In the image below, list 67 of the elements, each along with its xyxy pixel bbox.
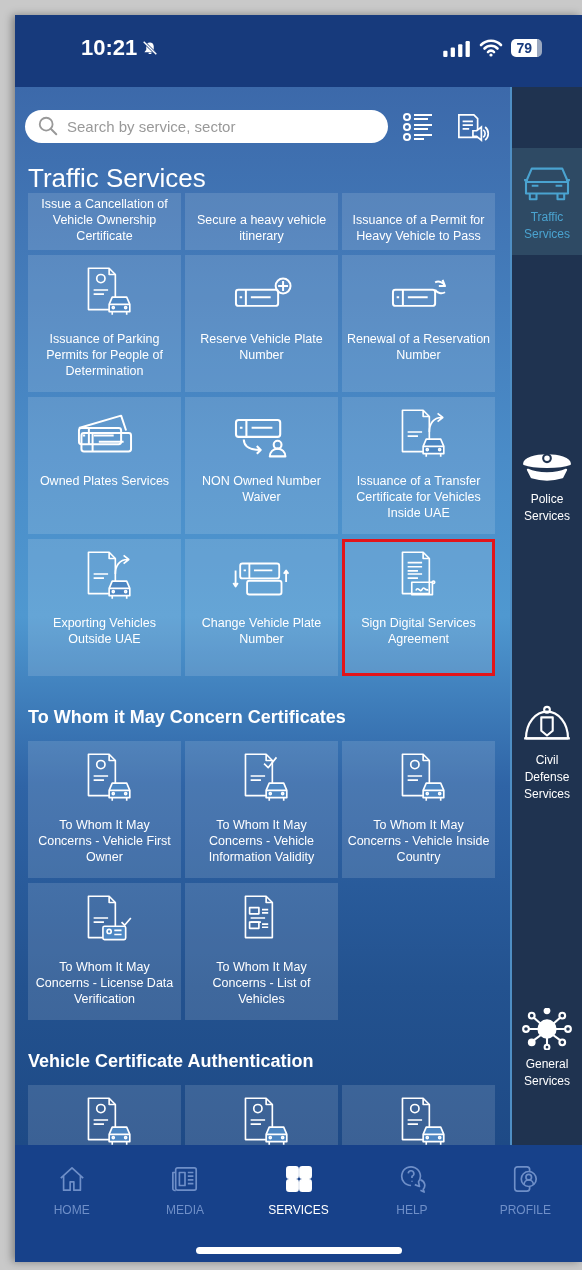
sidebar-label: General Services [523,1055,571,1090]
service-label: Secure a heavy vehicle itinerary [195,212,328,244]
list-view-icon[interactable] [402,111,434,142]
service-label: To Whom It May Concerns - List of Vehicles [211,959,312,1007]
sidebar-label: Civil Defense Services [523,752,571,803]
service-label: Issuance of Parking Permits for People of Determination [45,331,164,379]
section-title: Traffic Services [28,163,207,193]
service-tile[interactable]: To Whom It May Concerns - List of Vehicles [185,883,338,1020]
service-label: To Whom It May Concerns - Vehicle First Owner [37,817,172,865]
service-label: Change Vehicle Plate Number [200,615,323,647]
sidebar-item[interactable]: Police Services [512,430,582,537]
service-tile[interactable]: Owned Plates Services [28,397,181,534]
service-label: To Whom It May Concerns - Vehicle Inside Country [346,817,491,865]
service-tile[interactable]: Change Vehicle Plate Number [185,539,338,676]
newspaper-icon [171,1165,200,1193]
sidebar-label: Police Services [523,490,571,525]
section-title: Vehicle Certificate Authentication [28,1050,315,1073]
service-tile[interactable]: Issue a Cancellation of Vehicle Ownership Certificate [28,193,181,250]
service-tile[interactable]: Secure a heavy vehicle itinerary [185,193,338,250]
service-label: Issue a Cancellation of Vehicle Ownership Certificate [40,196,169,244]
service-tile[interactable]: Sign Digital Services Agreement [342,539,495,676]
service-tile[interactable]: To Whom It May Concerns - License Data Verification [28,883,181,1020]
service-tile[interactable]: Issuance of a Permit for Heavy Vehicle to Pass [342,193,495,250]
service-tile[interactable]: To Whom It May Concerns - Vehicle Information Validity [185,741,338,878]
wifi-icon [479,39,504,57]
sidebar-item[interactable]: General Services [512,995,582,1102]
sidebar-label: Traffic Services [523,208,571,243]
service-tile[interactable]: Exporting Vehicles Outside UAE [28,539,181,676]
service-tile[interactable]: Issuance of a Transfer Certificate for Vehicles Inside UAE [342,397,495,534]
nav-label: HELP [396,1203,428,1217]
nav-tab[interactable]: HOME [15,1165,129,1217]
service-label: Issuance of a Permit for Heavy Vehicle to Pass [351,212,486,244]
service-label: Issuance of a Transfer Certificate for Vehicles Inside UAE [355,473,482,521]
service-tile[interactable]: To Whom It May Concerns - Vehicle First Owner [28,741,181,878]
service-label: To Whom It May Concerns - License Data Verification [34,959,175,1007]
service-tile[interactable]: Issuance of Parking Permits for People of Determination [28,255,181,392]
clock-time: 10:21 [81,35,138,61]
home-icon [57,1165,86,1193]
network-icon [520,1007,574,1050]
service-label: Reserve Vehicle Plate Number [199,331,324,363]
nav-label: HOME [53,1203,90,1217]
nav-tab[interactable]: SERVICES [241,1165,356,1217]
nav-tab[interactable]: PROFILE [468,1165,582,1217]
signal-icon [441,39,472,57]
service-tile[interactable]: Renewal of a Reservation Number [342,255,495,392]
search-icon [37,115,59,137]
sidebar-item[interactable]: Traffic Services [512,148,582,255]
sidebar-item[interactable]: Civil Defense Services [512,700,582,807]
service-label: Owned Plates Services [38,473,171,489]
service-tile[interactable]: To Whom It May Concerns - Vehicle Inside Country [342,741,495,878]
nav-tab[interactable]: HELP [355,1165,469,1217]
service-label: Renewal of a Reservation Number [345,331,492,363]
profile-icon [511,1165,540,1193]
service-label: Sign Digital Services Agreement [360,615,477,647]
search-field[interactable]: Search by service, sector [25,110,388,143]
nav-label: PROFILE [499,1203,551,1217]
service-tile[interactable]: NON Owned Number Waiver [185,397,338,534]
service-label: NON Owned Number Waiver [201,473,322,505]
battery-indicator: 79 [511,39,542,57]
section-title: To Whom it May Concern Certificates [28,706,347,729]
service-label: To Whom It May Concerns - Vehicle Information Validity [207,817,316,865]
service-label: Exporting Vehicles Outside UAE [52,615,157,647]
nav-tab[interactable]: MEDIA [128,1165,242,1217]
nav-label: MEDIA [166,1203,205,1217]
grid-icon [284,1165,313,1193]
nav-label: SERVICES [268,1203,329,1217]
service-tile[interactable]: Reserve Vehicle Plate Number [185,255,338,392]
